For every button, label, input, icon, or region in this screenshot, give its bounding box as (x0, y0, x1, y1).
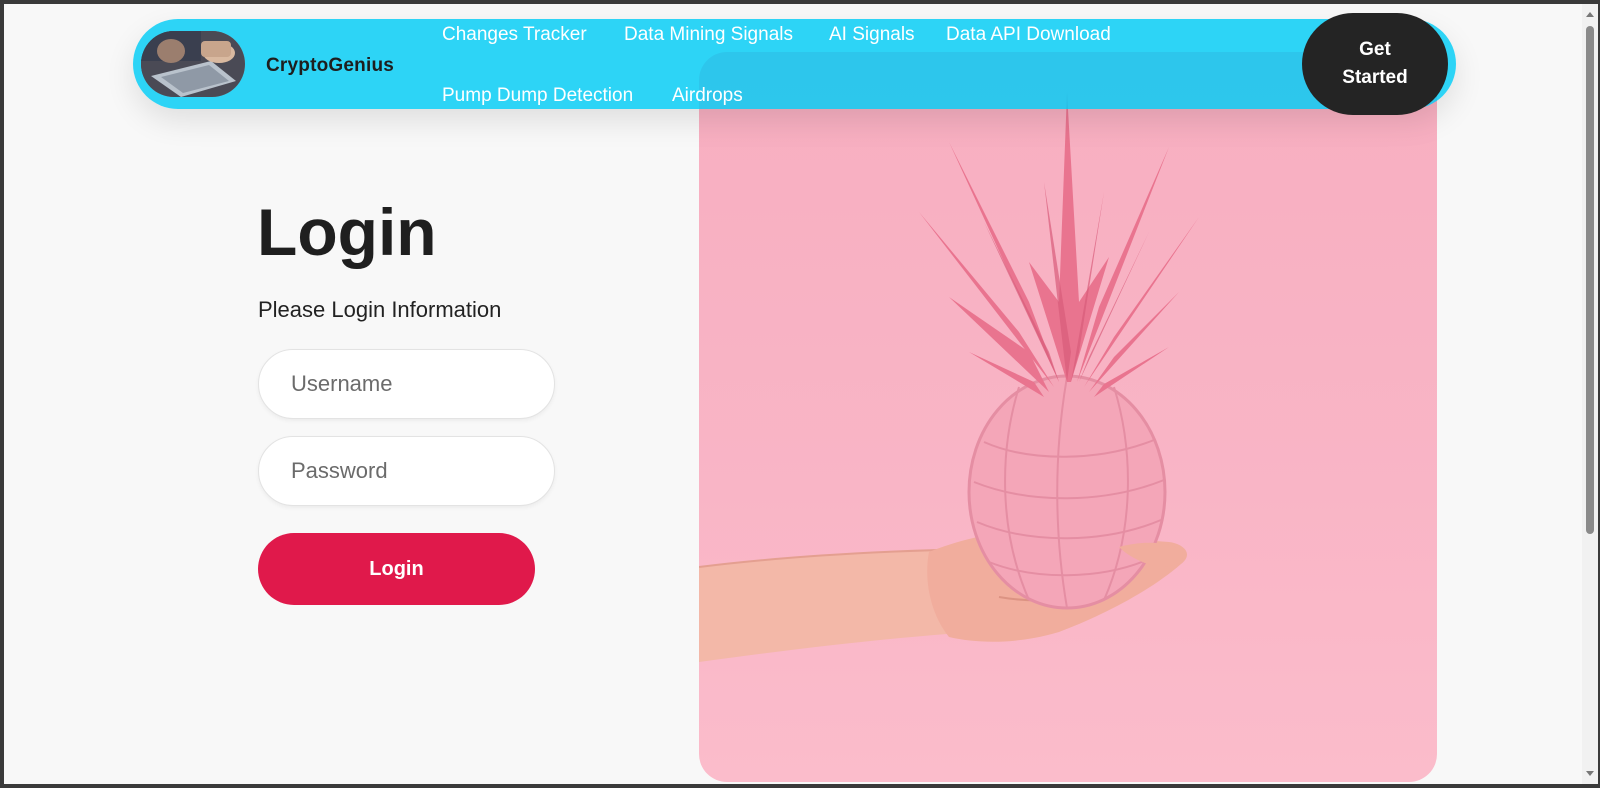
scroll-up-arrow-icon[interactable] (1586, 12, 1594, 17)
hero-pineapple-image (699, 52, 1437, 782)
nav-link-ai-signals[interactable]: AI Signals (829, 24, 915, 46)
nav-link-airdrops[interactable]: Airdrops (672, 85, 743, 107)
nav-link-data-api-download[interactable]: Data API Download (946, 24, 1111, 46)
password-input[interactable] (258, 436, 555, 506)
username-input[interactable] (258, 349, 555, 419)
nav-link-pump-dump-detection[interactable]: Pump Dump Detection (442, 85, 633, 107)
top-navbar: CryptoGenius Changes Tracker Data Mining… (133, 13, 1456, 115)
login-title: Login (257, 195, 437, 269)
scrollbar-thumb[interactable] (1586, 26, 1594, 534)
brand-logo-image[interactable] (141, 31, 245, 97)
nav-link-changes-tracker[interactable]: Changes Tracker (442, 24, 587, 46)
login-subtitle: Please Login Information (258, 297, 502, 322)
page-viewport: CryptoGenius Changes Tracker Data Mining… (4, 4, 1582, 784)
nav-link-data-mining-signals[interactable]: Data Mining Signals (624, 24, 793, 46)
get-started-label: Get Started (1342, 36, 1407, 92)
get-started-label-line1: Get (1359, 39, 1391, 60)
brand-name[interactable]: CryptoGenius (266, 55, 394, 77)
login-button[interactable]: Login (258, 533, 535, 605)
get-started-button[interactable]: Get Started (1302, 13, 1448, 115)
scroll-down-arrow-icon[interactable] (1586, 771, 1594, 776)
vertical-scrollbar[interactable] (1582, 4, 1598, 784)
get-started-label-line2: Started (1342, 67, 1408, 88)
